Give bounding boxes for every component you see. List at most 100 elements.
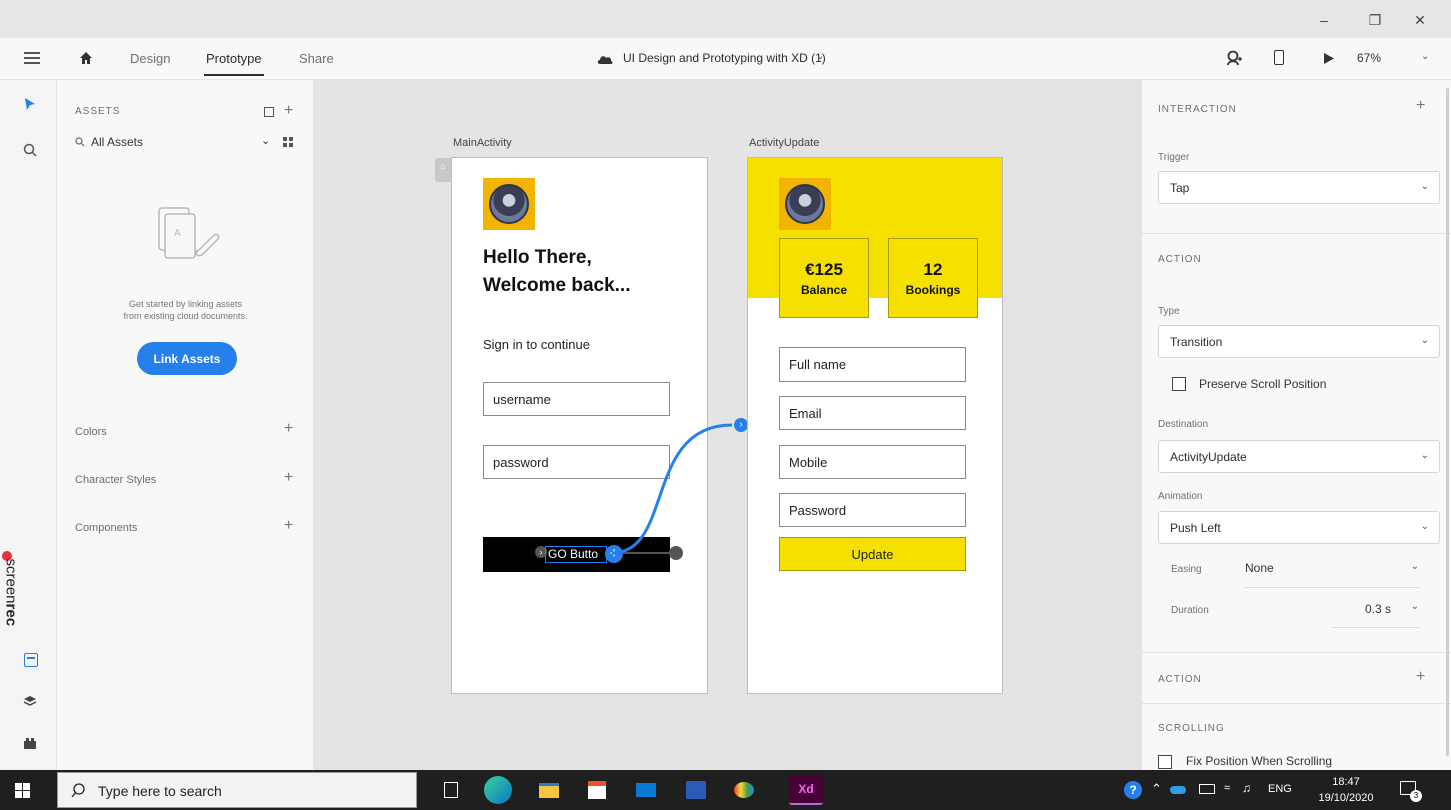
empty-state-text-2: from existing cloud documents. bbox=[123, 311, 248, 321]
screenrec-text: screen bbox=[2, 558, 20, 604]
assets-panel: ASSETS + All Assets ⌄ A Get started by l… bbox=[57, 80, 314, 770]
volume-icon[interactable]: ♫ bbox=[1242, 781, 1251, 795]
username-field[interactable]: username bbox=[483, 382, 670, 416]
greeting-line-2: Welcome back... bbox=[483, 275, 631, 296]
artboard-label-mainactivity[interactable]: MainActivity bbox=[453, 137, 512, 149]
tray-expand-icon[interactable]: ⌃ bbox=[1151, 781, 1162, 797]
document-title[interactable]: UI Design and Prototyping with XD (1) bbox=[623, 51, 826, 65]
restore-button[interactable]: ❐ bbox=[1365, 10, 1385, 30]
chevron-down-icon: ⌄ bbox=[1410, 601, 1419, 612]
home-icon[interactable] bbox=[79, 51, 93, 65]
full-name-field[interactable]: Full name bbox=[779, 347, 966, 382]
search-icon[interactable] bbox=[23, 143, 37, 157]
close-button[interactable]: ✕ bbox=[1410, 10, 1430, 30]
preserve-scroll-checkbox[interactable] bbox=[1172, 377, 1186, 391]
chevron-down-icon[interactable]: ⌄ bbox=[816, 51, 824, 62]
app-bar: Design Prototype Share UI Design and Pro… bbox=[0, 38, 1451, 80]
taskbar-search-placeholder: Type here to search bbox=[98, 783, 222, 799]
onedrive-icon[interactable] bbox=[1170, 786, 1186, 794]
add-character-style-icon[interactable]: + bbox=[284, 469, 293, 487]
scrolling-title: SCROLLING bbox=[1158, 723, 1225, 734]
task-view-icon[interactable] bbox=[444, 782, 458, 798]
taskbar-search-box[interactable]: Type here to search bbox=[57, 772, 417, 808]
password-field[interactable]: Password bbox=[779, 493, 966, 527]
fix-position-checkbox[interactable] bbox=[1158, 755, 1172, 769]
prototype-connector-wire[interactable] bbox=[604, 420, 744, 560]
clock[interactable]: 18:47 19/10/2020 bbox=[1310, 774, 1382, 806]
components-section-label: Components bbox=[75, 522, 138, 534]
paint-icon[interactable] bbox=[730, 776, 758, 804]
artboard-activityupdate[interactable]: €125 Balance 12 Bookings Full name Email… bbox=[747, 157, 1003, 694]
new-window-icon[interactable] bbox=[264, 107, 274, 117]
animation-dropdown[interactable]: Push Left ⌄ bbox=[1158, 511, 1440, 544]
duration-dropdown[interactable]: 0.3 s ⌄ bbox=[1332, 601, 1419, 628]
type-dropdown[interactable]: Transition ⌄ bbox=[1158, 325, 1440, 358]
window-title-bar: – ❐ ✕ bbox=[0, 0, 1451, 38]
connector-target-arrow-icon[interactable]: › bbox=[734, 418, 748, 432]
language-indicator[interactable]: ENG bbox=[1268, 783, 1292, 795]
update-button[interactable]: Update bbox=[779, 537, 966, 571]
design-canvas[interactable]: MainActivity ⌂ Hello There, Welcome back… bbox=[314, 80, 1141, 770]
chevron-down-icon: ⌄ bbox=[1420, 181, 1429, 192]
grid-view-icon[interactable] bbox=[283, 137, 293, 147]
wifi-icon[interactable]: ≈ bbox=[1224, 782, 1230, 794]
asset-filter-select[interactable]: All Assets bbox=[91, 135, 143, 149]
artboard-label-activityupdate[interactable]: ActivityUpdate bbox=[749, 137, 819, 149]
duration-value: 0.3 s bbox=[1364, 602, 1391, 616]
link-assets-button[interactable]: Link Assets bbox=[137, 342, 237, 375]
empty-state-text-1: Get started by linking assets bbox=[128, 299, 243, 309]
add-color-icon[interactable]: + bbox=[284, 420, 293, 438]
email-field[interactable]: Email bbox=[779, 396, 966, 430]
search-icon bbox=[75, 137, 85, 147]
zoom-level[interactable]: 67% bbox=[1357, 51, 1381, 65]
assets-heading: ASSETS bbox=[75, 106, 121, 117]
action-title: ACTION bbox=[1158, 254, 1202, 265]
add-component-icon[interactable]: + bbox=[284, 517, 293, 535]
add-asset-icon[interactable]: + bbox=[284, 102, 293, 120]
animation-value: Push Left bbox=[1170, 520, 1221, 535]
scrollbar[interactable] bbox=[1446, 88, 1449, 756]
clock-time: 18:47 bbox=[1332, 776, 1360, 788]
duration-label: Duration bbox=[1171, 605, 1209, 616]
clock-date: 19/10/2020 bbox=[1318, 792, 1374, 804]
destination-dropdown[interactable]: ActivityUpdate ⌄ bbox=[1158, 440, 1440, 473]
edge-browser-icon[interactable] bbox=[484, 776, 512, 804]
windows-start-icon[interactable] bbox=[15, 783, 30, 798]
trigger-dropdown[interactable]: Tap ⌄ bbox=[1158, 171, 1440, 204]
minimize-button[interactable]: – bbox=[1314, 10, 1334, 30]
action2-title: ACTION bbox=[1158, 674, 1202, 685]
easing-dropdown[interactable]: None ⌄ bbox=[1245, 561, 1419, 588]
tab-prototype[interactable]: Prototype bbox=[204, 51, 264, 76]
easing-value: None bbox=[1245, 561, 1274, 575]
add-interaction-icon[interactable]: + bbox=[1416, 97, 1425, 115]
chevron-down-icon: ⌄ bbox=[1410, 561, 1419, 572]
battery-icon[interactable] bbox=[1199, 784, 1215, 794]
layers-icon[interactable] bbox=[23, 695, 37, 707]
tab-design[interactable]: Design bbox=[130, 51, 170, 66]
linked-assets-illustration-icon: A bbox=[158, 207, 220, 259]
select-tool-icon[interactable] bbox=[24, 97, 36, 111]
plugins-icon[interactable] bbox=[23, 737, 37, 749]
file-explorer-icon[interactable] bbox=[535, 776, 563, 804]
home-artboard-marker-icon[interactable]: ⌂ bbox=[435, 158, 451, 182]
animation-label: Animation bbox=[1158, 491, 1203, 502]
assets-panel-icon[interactable] bbox=[24, 653, 38, 667]
adobe-xd-icon[interactable]: Xd bbox=[789, 775, 823, 805]
device-preview-icon[interactable] bbox=[1274, 50, 1284, 65]
search-icon bbox=[71, 783, 85, 798]
share-user-icon[interactable] bbox=[1226, 50, 1242, 66]
hamburger-menu-icon[interactable] bbox=[24, 52, 40, 64]
add-action-icon[interactable]: + bbox=[1416, 668, 1425, 686]
word-icon[interactable] bbox=[682, 776, 710, 804]
play-preview-icon[interactable] bbox=[1323, 52, 1335, 65]
tab-share[interactable]: Share bbox=[299, 51, 334, 66]
svg-text:A: A bbox=[174, 228, 181, 239]
help-icon[interactable]: ? bbox=[1124, 781, 1142, 799]
filter-chevron-down-icon[interactable]: ⌄ bbox=[261, 134, 270, 147]
character-styles-section-label: Character Styles bbox=[75, 474, 157, 486]
mail-icon[interactable] bbox=[632, 776, 660, 804]
mobile-field[interactable]: Mobile bbox=[779, 445, 966, 479]
microsoft-store-icon[interactable] bbox=[583, 776, 611, 804]
zoom-chevron-down-icon[interactable]: ⌄ bbox=[1421, 51, 1429, 62]
chevron-down-icon: ⌄ bbox=[1420, 521, 1429, 532]
